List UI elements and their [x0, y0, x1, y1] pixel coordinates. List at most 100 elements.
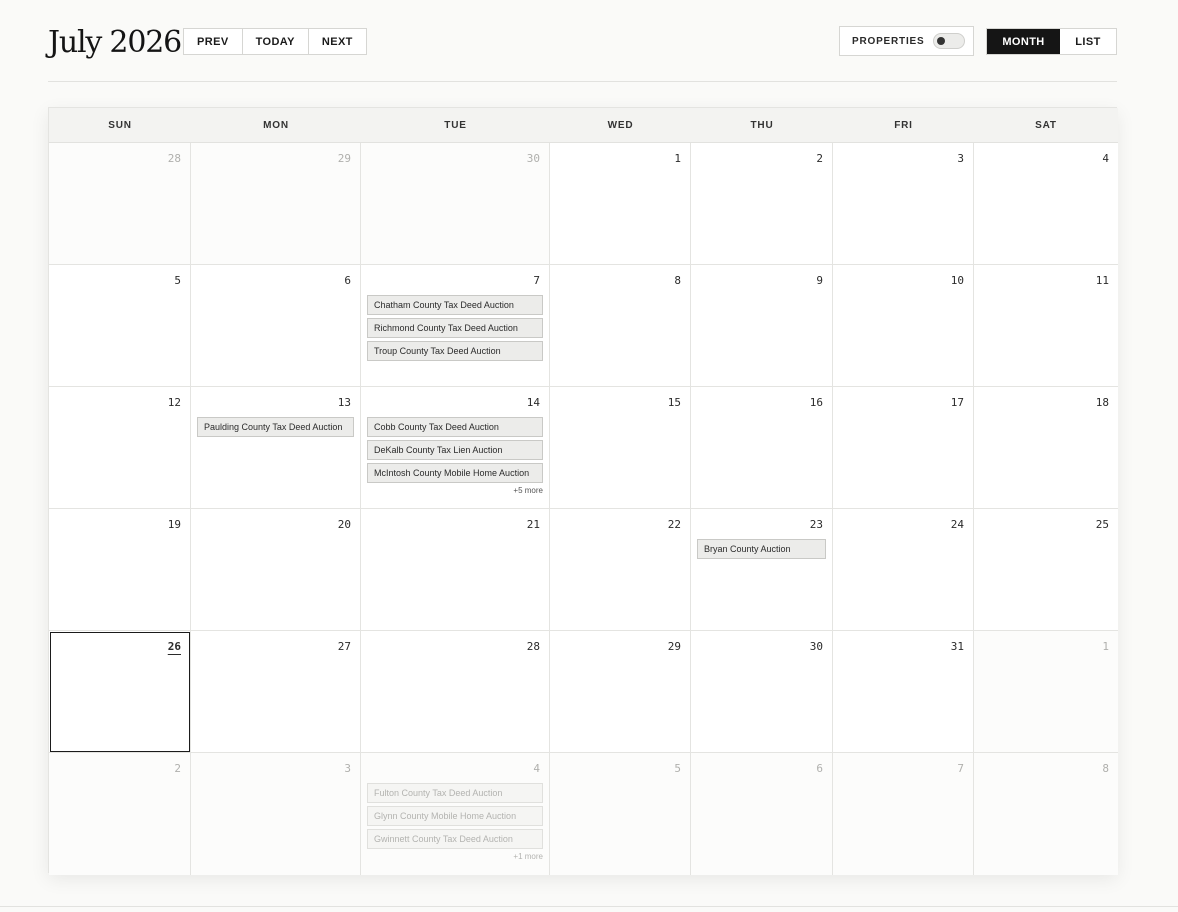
month-view-button[interactable]: MONTH	[987, 29, 1060, 54]
day-cell[interactable]: 18	[974, 387, 1118, 509]
day-cell[interactable]: 4	[974, 143, 1118, 265]
day-cell[interactable]: 30	[361, 143, 550, 265]
day-cell[interactable]: 6	[191, 265, 361, 387]
day-cell[interactable]: 16	[691, 387, 833, 509]
day-cell[interactable]: 1	[974, 631, 1118, 753]
day-cell[interactable]: 28	[361, 631, 550, 753]
day-cell[interactable]: 29	[191, 143, 361, 265]
day-number: 11	[1095, 274, 1109, 287]
day-number: 25	[1095, 518, 1109, 531]
weekday-header: SAT	[974, 108, 1118, 143]
day-cell[interactable]: 30	[691, 631, 833, 753]
properties-switch[interactable]	[933, 33, 966, 49]
date-nav-group: PREV TODAY NEXT	[183, 28, 367, 55]
event-chip[interactable]: Bryan County Auction	[697, 539, 826, 559]
day-cell[interactable]: 24	[833, 509, 974, 631]
day-cell[interactable]: 7 Chatham County Tax Deed Auction Richmond…	[361, 265, 550, 387]
properties-label: PROPERTIES	[852, 35, 925, 47]
day-number: 26	[167, 640, 181, 653]
day-cell-today[interactable]: 26	[49, 631, 191, 753]
today-button[interactable]: TODAY	[243, 29, 309, 54]
event-chip[interactable]: Richmond County Tax Deed Auction	[367, 318, 543, 338]
next-button[interactable]: NEXT	[309, 29, 366, 54]
event-chip[interactable]: Cobb County Tax Deed Auction	[367, 417, 543, 437]
day-number: 13	[337, 396, 351, 409]
event-chip[interactable]: Glynn County Mobile Home Auction	[367, 806, 543, 826]
day-cell[interactable]: 7	[833, 753, 974, 875]
day-cell[interactable]: 3	[191, 753, 361, 875]
day-cell[interactable]: 1	[550, 143, 691, 265]
day-cell[interactable]: 17	[833, 387, 974, 509]
day-cell[interactable]: 6	[691, 753, 833, 875]
more-events-link[interactable]: +5 more	[367, 486, 543, 495]
day-number: 18	[1095, 396, 1109, 409]
day-cell[interactable]: 15	[550, 387, 691, 509]
day-cell[interactable]: 4 Fulton County Tax Deed Auction Glynn Cou…	[361, 753, 550, 875]
day-number: 2	[174, 762, 181, 775]
day-number: 21	[526, 518, 540, 531]
day-number: 15	[667, 396, 681, 409]
day-cell[interactable]: 2	[49, 753, 191, 875]
event-chip[interactable]: Fulton County Tax Deed Auction	[367, 783, 543, 803]
day-cell[interactable]: 13 Paulding County Tax Deed Auction	[191, 387, 361, 509]
day-number: 7	[533, 274, 540, 287]
day-number: 20	[337, 518, 351, 531]
day-cell[interactable]: 8	[974, 753, 1118, 875]
month-grid: SUN MON TUE WED THU FRI SAT 28 29 30 1 2 3 4 5 6 7 Chatha…	[48, 107, 1118, 875]
day-number: 24	[950, 518, 964, 531]
day-cell[interactable]: 20	[191, 509, 361, 631]
day-number: 6	[344, 274, 351, 287]
day-cell[interactable]: 3	[833, 143, 974, 265]
weekday-header: MON	[191, 108, 361, 143]
day-number: 1	[1102, 640, 1109, 653]
event-chip[interactable]: Gwinnett County Tax Deed Auction	[367, 829, 543, 849]
event-list: Fulton County Tax Deed Auction Glynn Coun…	[367, 783, 543, 861]
day-cell[interactable]: 14 Cobb County Tax Deed Auction DeKalb Cou…	[361, 387, 550, 509]
day-number: 4	[1102, 152, 1109, 165]
day-number: 8	[1102, 762, 1109, 775]
day-number: 30	[809, 640, 823, 653]
day-cell[interactable]: 5	[550, 753, 691, 875]
day-number: 28	[526, 640, 540, 653]
day-number: 7	[957, 762, 964, 775]
day-cell[interactable]: 12	[49, 387, 191, 509]
event-chip[interactable]: DeKalb County Tax Lien Auction	[367, 440, 543, 460]
day-number: 1	[674, 152, 681, 165]
more-events-link[interactable]: +1 more	[367, 852, 543, 861]
day-cell[interactable]: 19	[49, 509, 191, 631]
event-chip[interactable]: Chatham County Tax Deed Auction	[367, 295, 543, 315]
day-number: 5	[674, 762, 681, 775]
prev-button[interactable]: PREV	[184, 29, 243, 54]
day-number: 4	[533, 762, 540, 775]
day-cell[interactable]: 31	[833, 631, 974, 753]
day-number: 16	[809, 396, 823, 409]
day-cell[interactable]: 8	[550, 265, 691, 387]
properties-toggle[interactable]: PROPERTIES	[839, 26, 974, 56]
day-number: 3	[957, 152, 964, 165]
day-cell[interactable]: 23 Bryan County Auction	[691, 509, 833, 631]
day-cell[interactable]: 2	[691, 143, 833, 265]
day-cell[interactable]: 11	[974, 265, 1118, 387]
day-cell[interactable]: 5	[49, 265, 191, 387]
list-view-button[interactable]: LIST	[1060, 29, 1116, 54]
day-cell[interactable]: 28	[49, 143, 191, 265]
event-chip[interactable]: McIntosh County Mobile Home Auction	[367, 463, 543, 483]
day-cell[interactable]: 29	[550, 631, 691, 753]
day-number: 12	[167, 396, 181, 409]
day-number: 27	[337, 640, 351, 653]
day-number: 30	[526, 152, 540, 165]
weekday-header: FRI	[833, 108, 974, 143]
day-cell[interactable]: 10	[833, 265, 974, 387]
page-divider	[0, 906, 1178, 907]
day-cell[interactable]: 9	[691, 265, 833, 387]
switch-knob	[937, 37, 946, 45]
day-cell[interactable]: 25	[974, 509, 1118, 631]
event-chip[interactable]: Troup County Tax Deed Auction	[367, 341, 543, 361]
day-cell[interactable]: 27	[191, 631, 361, 753]
event-list: Cobb County Tax Deed Auction DeKalb Count…	[367, 417, 543, 495]
day-number: 10	[950, 274, 964, 287]
day-cell[interactable]: 21	[361, 509, 550, 631]
day-cell[interactable]: 22	[550, 509, 691, 631]
calendar-header: July 2026 PREV TODAY NEXT PROPERTIES MON…	[48, 24, 1117, 82]
event-chip[interactable]: Paulding County Tax Deed Auction	[197, 417, 354, 437]
